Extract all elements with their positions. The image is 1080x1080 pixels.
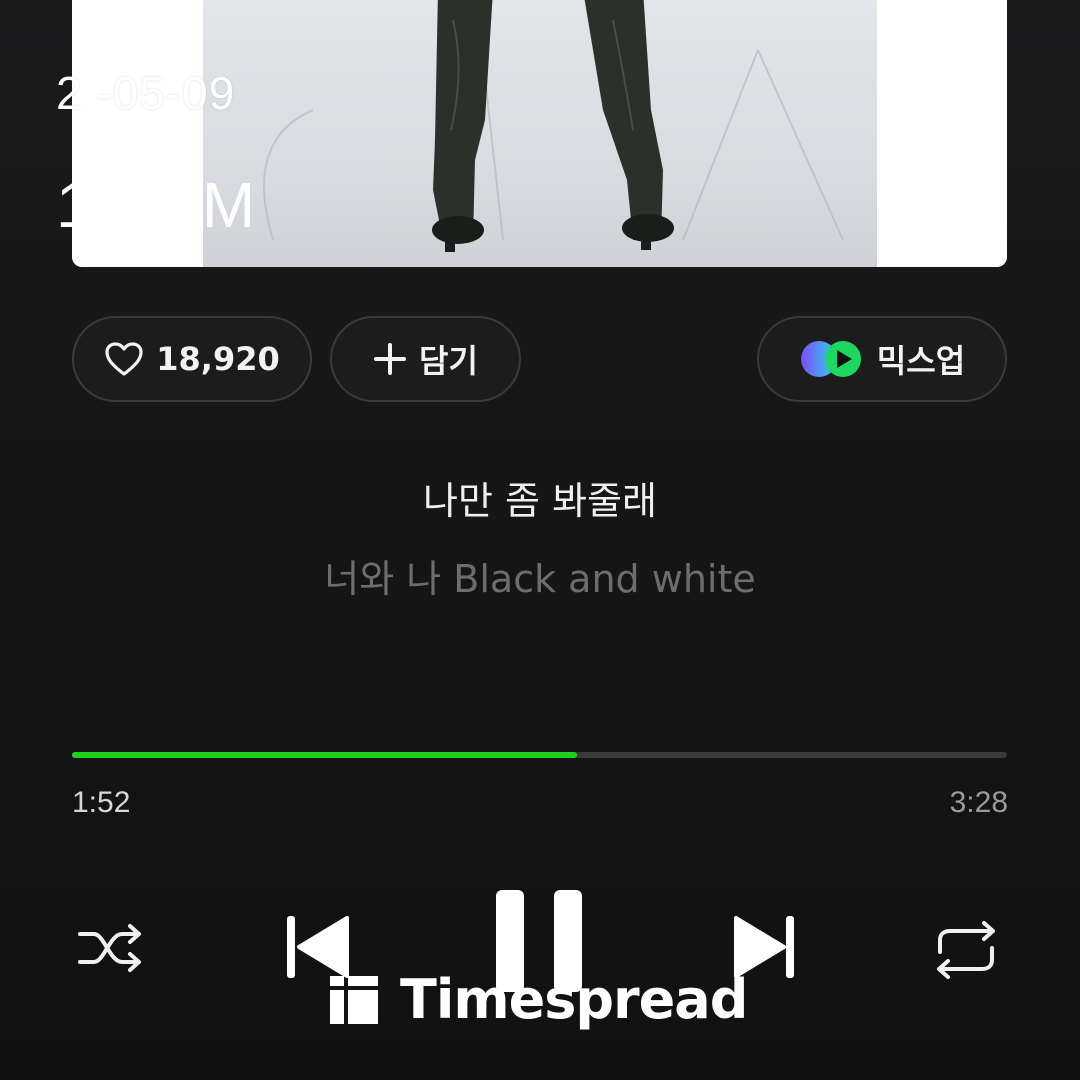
shuffle-button[interactable] (76, 918, 148, 978)
repeat-button[interactable] (930, 918, 1002, 982)
album-photo (203, 0, 877, 267)
add-label: 담기 (419, 342, 478, 380)
mixup-button[interactable]: 믹스업 (757, 316, 1007, 402)
repeat-icon (937, 921, 995, 979)
progress-bar[interactable] (72, 752, 1007, 758)
lyric-current-line[interactable]: 나만 좀 봐줄래 (0, 470, 1080, 525)
timespread-logo-icon (330, 975, 378, 1024)
mixup-icon (799, 339, 865, 379)
watermark-text: Timespread (400, 968, 748, 1031)
mixup-label: 믹스업 (876, 342, 966, 380)
overlay-date: 2 -05-09 (56, 67, 236, 119)
shuffle-icon (78, 924, 141, 972)
total-time: 3:28 (949, 786, 1008, 819)
lyric-next-line[interactable]: 너와 나 Black and white (0, 548, 1080, 603)
like-count: 18,920 (156, 340, 280, 378)
progress-fill (72, 752, 577, 758)
like-button[interactable]: 18,920 (72, 316, 312, 402)
add-to-playlist-button[interactable]: 담기 (330, 316, 521, 402)
heart-icon (104, 341, 144, 377)
plus-icon (373, 342, 407, 376)
overlay-time: 1 1 AM (56, 169, 256, 241)
elapsed-time: 1:52 (72, 786, 131, 819)
watermark: Timespread (330, 968, 748, 1031)
